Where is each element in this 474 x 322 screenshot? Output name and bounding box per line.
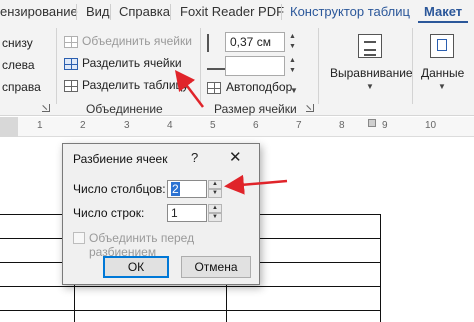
annotation-overlay (174, 70, 288, 195)
red-arrow-split-cells (174, 70, 204, 108)
red-arrow-columns (224, 174, 288, 195)
